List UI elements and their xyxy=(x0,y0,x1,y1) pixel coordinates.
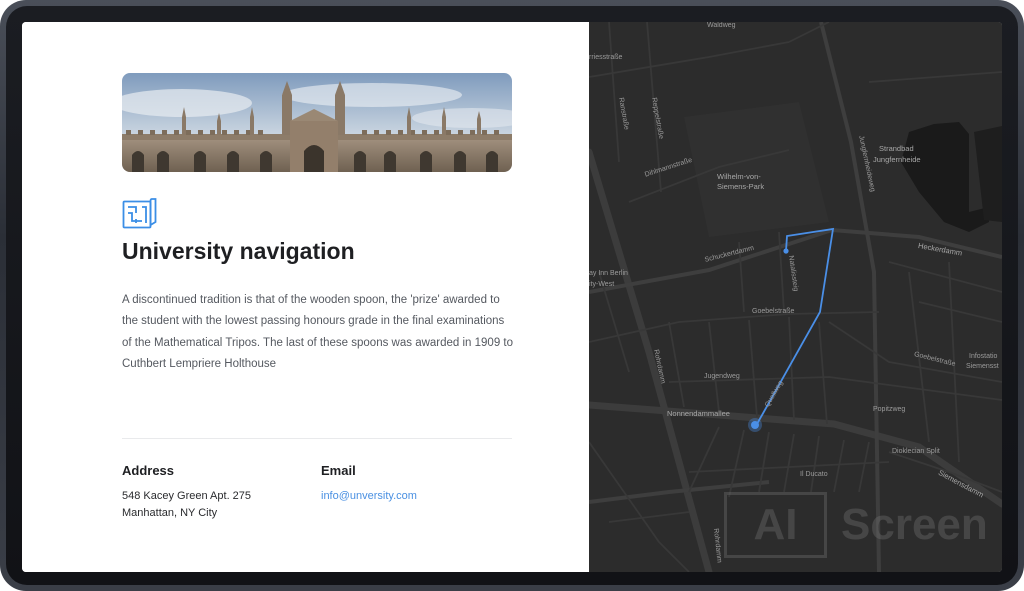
map-label-inn-line2: ity-West xyxy=(589,281,615,288)
info-card: University navigation A discontinued tra… xyxy=(22,22,589,572)
email-link[interactable]: info@unversity.com xyxy=(321,490,417,502)
description-text: A discontinued tradition is that of the … xyxy=(122,294,514,370)
map-label-waldweg: Waldweg xyxy=(707,22,736,29)
watermark: AI Screen xyxy=(724,492,988,558)
device-frame: University navigation A discontinued tra… xyxy=(0,0,1024,591)
address-block: 548 Kacey Green Apt. 275 Manhattan, NY C… xyxy=(122,488,251,522)
map-label-infostation-line2: Siemensst xyxy=(966,363,999,370)
map-label-popitzweg: Popitzweg xyxy=(873,406,906,413)
route-end-marker[interactable] xyxy=(751,421,759,429)
email-heading: Email xyxy=(321,463,356,478)
screen: University navigation A discontinued tra… xyxy=(22,22,1002,572)
map-label-nonnendammallee: Nonnendammallee xyxy=(667,409,730,418)
divider xyxy=(122,438,512,439)
address-line2: Manhattan, NY City xyxy=(122,507,218,519)
hero-image xyxy=(122,73,512,172)
map-label-strandbad-line1: Strandbad xyxy=(879,144,914,153)
map-label-infostation-line1: Infostatio xyxy=(969,353,998,360)
address-heading: Address xyxy=(122,463,175,478)
map-label-inn-line1: ay Inn Berlin xyxy=(589,270,628,277)
watermark-text: Screen xyxy=(841,500,988,549)
university-building-photo xyxy=(122,73,512,172)
route-start-marker xyxy=(783,248,789,254)
map-label-strandbad-line2: Jungfernheide xyxy=(873,155,921,164)
page-title: University navigation xyxy=(122,238,355,264)
map-label-rieststrasse: rriesstraße xyxy=(589,54,623,61)
map-label-ilducato: Il Ducato xyxy=(800,471,828,478)
blueprint-icon xyxy=(122,197,158,229)
watermark-box: AI xyxy=(724,492,827,558)
address-line1: 548 Kacey Green Apt. 275 xyxy=(122,490,252,502)
map-label-park-line1: Wilhelm-von- xyxy=(717,172,761,181)
email-block: info@unversity.com xyxy=(321,488,417,505)
map-label-dioklecian: Dioklecian Split xyxy=(892,448,940,455)
map-label-goebelstrasse: Goebelstraße xyxy=(752,308,795,315)
map-label-park-line2: Siemens-Park xyxy=(717,182,765,191)
map[interactable]: Waldweg rriesstraße Ranstraße Reppelstra… xyxy=(589,22,1002,572)
map-label-jugendweg: Jugendweg xyxy=(704,373,740,380)
